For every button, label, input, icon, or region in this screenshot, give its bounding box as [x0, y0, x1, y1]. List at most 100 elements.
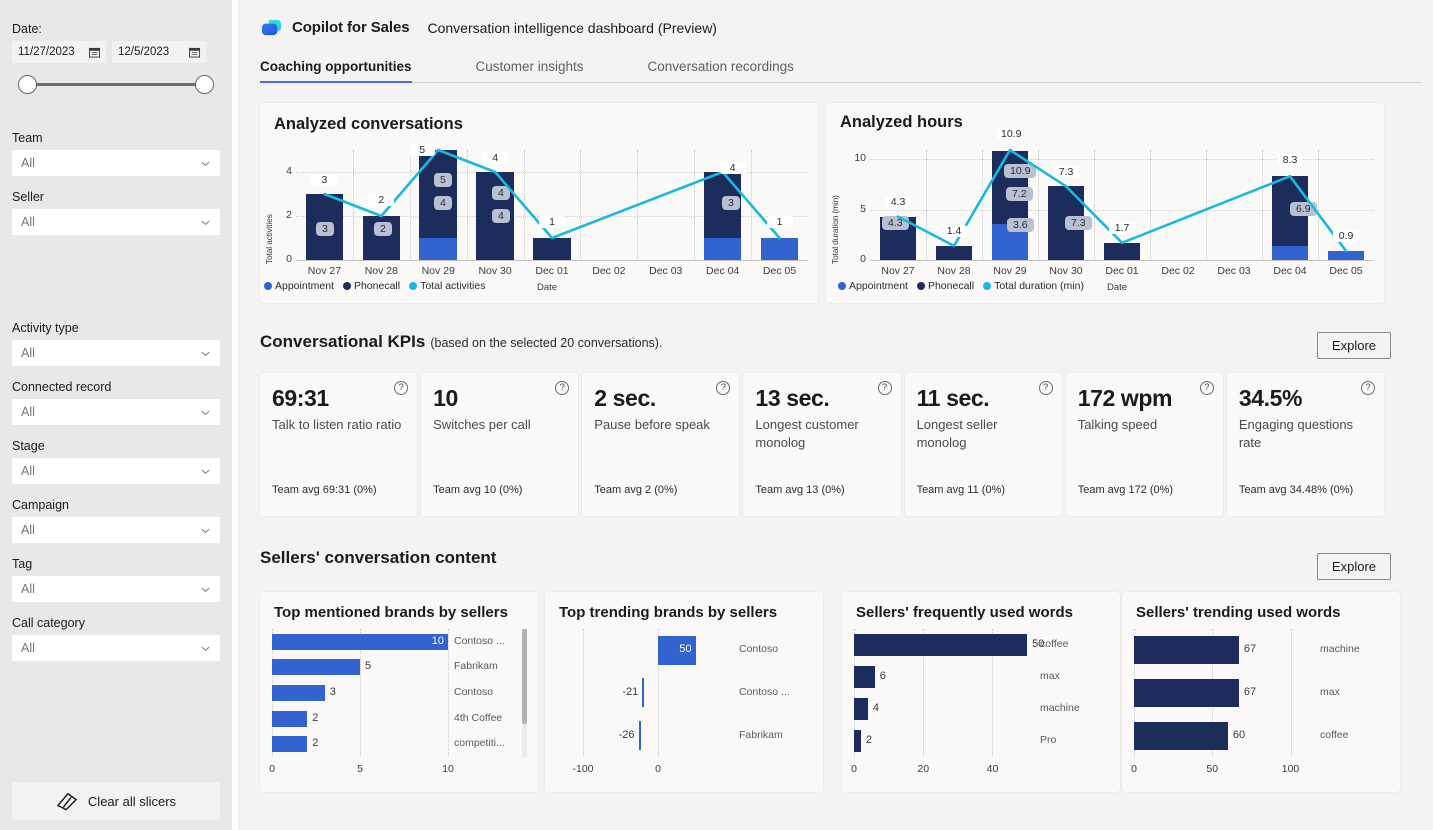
help-icon[interactable]: ?	[877, 381, 892, 395]
date-to-input[interactable]: 12/5/2023	[112, 41, 206, 63]
conversational-kpis-heading: Conversational KPIs (based on the select…	[260, 332, 662, 352]
category-label: machine	[1040, 702, 1080, 714]
explore-content-button[interactable]: Explore	[1316, 553, 1391, 580]
kpi-card-4[interactable]: ? 11 sec. Longest seller monolog Team avg 1…	[904, 373, 1062, 516]
line-data-label: 7.3	[1053, 166, 1079, 179]
conversational-kpis-subtitle: (based on the selected 20 conversations)…	[430, 336, 663, 350]
legend-item[interactable]: Phonecall	[342, 280, 400, 292]
legend-item[interactable]: Total activities	[409, 280, 485, 292]
chevron-down-icon	[200, 348, 211, 359]
bar-appointment[interactable]	[1327, 250, 1365, 260]
filter-select-stage[interactable]: All	[12, 458, 220, 484]
top-trending-brands-title: Top trending brands by sellers	[559, 604, 778, 621]
help-icon[interactable]: ?	[716, 381, 731, 395]
date-from-input[interactable]: 11/27/2023	[12, 41, 106, 63]
slider-handle-left[interactable]	[18, 75, 37, 94]
category-label: 4th Coffee	[454, 711, 503, 724]
help-icon[interactable]: ?	[394, 381, 409, 395]
analyzed-conversations-plot[interactable]: Total activities 0 2 4 Nov 27 Nov 28 Nov 29 Nov…	[260, 134, 816, 294]
legend-item[interactable]: Appointment	[264, 280, 334, 292]
kpi-card-0[interactable]: ? 69:31 Talk to listen ratio ratio Team avg…	[260, 373, 418, 516]
bar[interactable]	[1134, 679, 1239, 707]
tab-conversation-recordings[interactable]: Conversation recordings	[648, 53, 794, 82]
filter-select-campaign[interactable]: All	[12, 517, 220, 543]
kpi-card-2[interactable]: ? 2 sec. Pause before speak Team avg 2 (0%)	[582, 373, 740, 516]
bar[interactable]	[272, 659, 360, 676]
filter-value-seller: All	[21, 215, 35, 229]
bar[interactable]	[1134, 721, 1228, 750]
bar[interactable]	[854, 666, 875, 688]
gridline	[637, 150, 639, 260]
bar-appointment[interactable]	[419, 238, 457, 260]
slider-handle-right[interactable]	[195, 75, 214, 94]
y-axis-tick: 2	[286, 209, 292, 221]
bar-data-label: 4	[492, 186, 510, 200]
gridline	[1038, 150, 1039, 260]
filter-select-connected-record[interactable]: All	[12, 399, 220, 425]
legend-item[interactable]: Total duration (min)	[983, 280, 1084, 292]
top-mentioned-brands-plot[interactable]: 10 Contoso ... 5 Fabrikam 3 Contoso 2 4th Coffe…	[260, 621, 532, 783]
legend-item[interactable]: Appointment	[838, 280, 908, 292]
gridline	[926, 150, 927, 260]
tab-customer-insights[interactable]: Customer insights	[476, 53, 584, 82]
bar-value-label: 6	[879, 670, 886, 682]
bar-data-label: 7.3	[1065, 216, 1092, 230]
bar[interactable]	[638, 721, 641, 751]
bar-phonecall[interactable]	[1103, 242, 1141, 260]
kpi-value: 11 sec.	[916, 385, 990, 411]
conversational-kpis-title: Conversational KPIs	[260, 332, 426, 351]
filter-select-activity-type[interactable]: All	[12, 340, 220, 366]
kpi-card-1[interactable]: ? 10 Switches per call Team avg 10 (0%)	[421, 373, 579, 516]
filter-select-tag[interactable]: All	[12, 576, 220, 602]
bar-value-label: 67	[1243, 643, 1257, 656]
filter-select-call-category[interactable]: All	[12, 635, 220, 661]
frequently-used-words-plot[interactable]: 50 coffee 6 max 4 machine 2 Pro 0 20 40	[842, 621, 1114, 783]
bar-appointment[interactable]	[703, 238, 742, 260]
chevron-down-icon	[200, 217, 211, 228]
filter-select-seller[interactable]: All	[12, 209, 220, 235]
kpi-card-3[interactable]: ? 13 sec. Longest customer monolog Team avg…	[743, 373, 901, 516]
help-icon[interactable]: ?	[555, 381, 570, 395]
bar-appointment[interactable]	[1271, 245, 1309, 260]
bar[interactable]	[272, 685, 325, 701]
calendar-icon[interactable]	[89, 47, 100, 58]
help-icon[interactable]: ?	[1360, 381, 1375, 395]
bar-phonecall[interactable]	[419, 150, 457, 238]
calendar-icon[interactable]	[189, 47, 200, 58]
bar-value-label: 60	[1232, 728, 1246, 741]
filter-select-team[interactable]: All	[12, 150, 220, 176]
scrollbar-thumb[interactable]	[522, 629, 527, 724]
explore-kpis-button[interactable]: Explore	[1316, 332, 1391, 359]
tab-coaching-opportunities[interactable]: Coaching opportunities	[260, 53, 412, 83]
kpi-label: Talking speed	[1077, 417, 1158, 432]
x-axis-line	[296, 260, 808, 261]
filter-label-stage: Stage	[12, 439, 45, 453]
bar[interactable]	[272, 710, 308, 727]
analyzed-hours-plot[interactable]: Total duration (min) 0 5 10 Nov 27 Nov 28 Nov …	[826, 128, 1382, 294]
bar[interactable]	[854, 634, 1028, 656]
help-icon[interactable]: ?	[1038, 381, 1053, 395]
bar[interactable]	[642, 678, 645, 708]
bar-value-label: -21	[622, 686, 639, 698]
x-axis-line	[870, 260, 1374, 261]
bar-appointment[interactable]	[760, 238, 799, 260]
kpi-value: 13 sec.	[755, 385, 830, 411]
category-label: max	[1320, 686, 1340, 698]
kpi-card-6[interactable]: ? 34.5% Engaging questions rate Team avg 34…	[1226, 373, 1384, 516]
help-icon[interactable]: ?	[1199, 381, 1214, 395]
bar[interactable]	[1134, 636, 1239, 665]
filter-label-activity-type: Activity type	[12, 321, 79, 335]
legend-item[interactable]: Phonecall	[916, 280, 974, 292]
top-trending-brands-plot[interactable]: 50 Contoso -21 Contoso ... -26 Fabrikam -100 0	[545, 621, 817, 783]
bar-data-label: 2	[374, 222, 392, 236]
bar[interactable]	[272, 736, 308, 753]
date-range-slider[interactable]	[14, 69, 218, 99]
x-axis-tick: 40	[986, 763, 999, 775]
bar-phonecall[interactable]	[533, 238, 571, 260]
kpi-card-5[interactable]: ? 172 wpm Talking speed Team avg 172 (0%)	[1065, 373, 1223, 516]
bar[interactable]	[854, 698, 868, 720]
trending-used-words-plot[interactable]: 67 machine 67 max 60 coffee 0 50 100	[1122, 621, 1394, 783]
bar-phonecall[interactable]	[935, 245, 973, 260]
bar[interactable]	[854, 730, 861, 752]
clear-all-slicers-button[interactable]: Clear all slicers	[12, 782, 220, 820]
